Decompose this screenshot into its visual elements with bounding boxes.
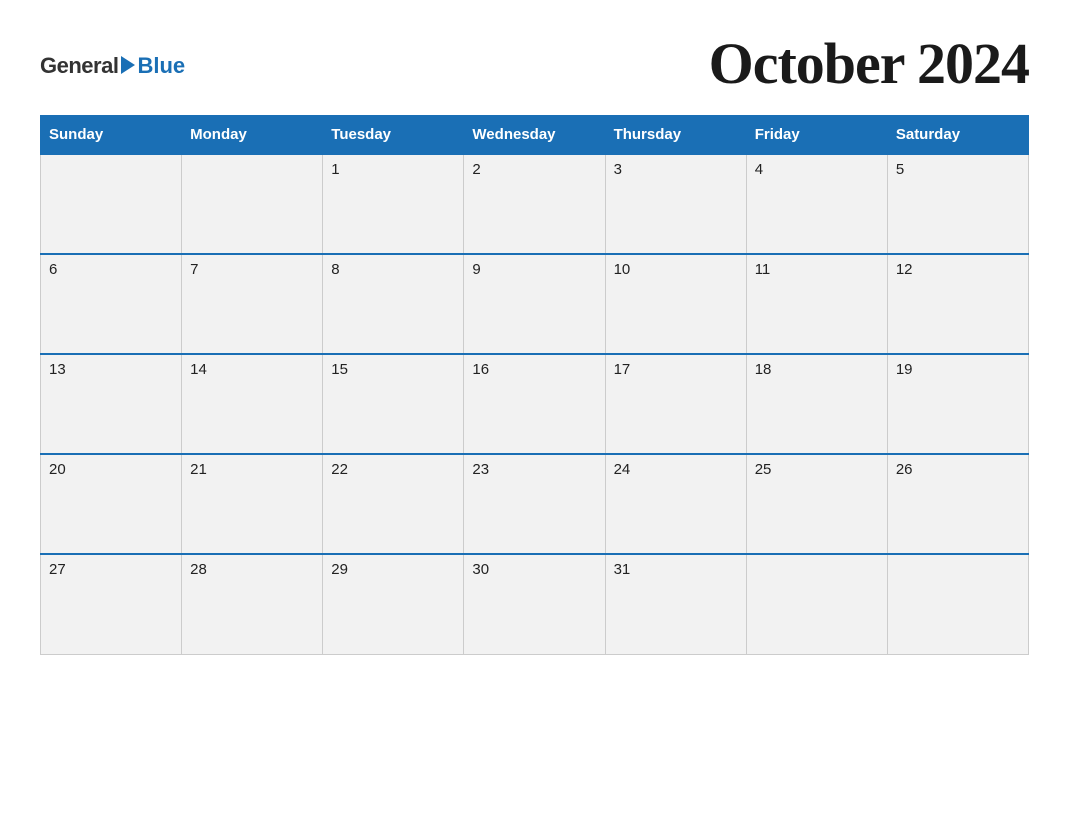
calendar-week-row: 27 28 29 30 31 — [41, 554, 1029, 654]
calendar-day-cell — [746, 554, 887, 654]
day-number: 28 — [190, 561, 207, 578]
day-number: 15 — [331, 361, 348, 378]
calendar-header-row: Sunday Monday Tuesday Wednesday Thursday… — [41, 116, 1029, 155]
calendar-day-cell: 21 — [182, 454, 323, 554]
calendar-day-cell: 8 — [323, 254, 464, 354]
calendar-day-cell: 28 — [182, 554, 323, 654]
day-number: 21 — [190, 461, 207, 478]
day-number: 6 — [49, 261, 57, 278]
logo-triangle-icon — [121, 56, 135, 74]
day-number: 23 — [472, 461, 489, 478]
day-number: 24 — [614, 461, 631, 478]
header: General Blue October 2024 — [40, 30, 1029, 97]
col-tuesday: Tuesday — [323, 116, 464, 155]
day-number: 18 — [755, 361, 772, 378]
day-number: 13 — [49, 361, 66, 378]
col-sunday: Sunday — [41, 116, 182, 155]
calendar-week-row: 13 14 15 16 17 18 19 — [41, 354, 1029, 454]
calendar-day-cell: 13 — [41, 354, 182, 454]
col-friday: Friday — [746, 116, 887, 155]
calendar-day-cell: 18 — [746, 354, 887, 454]
col-saturday: Saturday — [887, 116, 1028, 155]
calendar-day-cell: 24 — [605, 454, 746, 554]
calendar-day-cell: 12 — [887, 254, 1028, 354]
calendar-day-cell: 16 — [464, 354, 605, 454]
day-number: 11 — [755, 261, 771, 278]
calendar-day-cell: 15 — [323, 354, 464, 454]
calendar-day-cell: 31 — [605, 554, 746, 654]
calendar-week-row: 6 7 8 9 10 11 12 — [41, 254, 1029, 354]
day-number: 19 — [896, 361, 913, 378]
calendar-day-cell: 25 — [746, 454, 887, 554]
calendar-table: Sunday Monday Tuesday Wednesday Thursday… — [40, 115, 1029, 655]
calendar-day-cell — [41, 154, 182, 254]
calendar-day-cell: 26 — [887, 454, 1028, 554]
calendar-day-cell: 9 — [464, 254, 605, 354]
calendar-week-row: 20 21 22 23 24 25 26 — [41, 454, 1029, 554]
calendar-week-row: 1 2 3 4 5 — [41, 154, 1029, 254]
calendar-day-cell: 7 — [182, 254, 323, 354]
calendar-day-cell: 20 — [41, 454, 182, 554]
calendar-day-cell: 4 — [746, 154, 887, 254]
day-number: 3 — [614, 161, 622, 178]
calendar-day-cell: 11 — [746, 254, 887, 354]
calendar-day-cell: 6 — [41, 254, 182, 354]
day-number: 29 — [331, 561, 348, 578]
page: General Blue October 2024 Sunday Monday … — [0, 0, 1069, 826]
calendar-day-cell — [182, 154, 323, 254]
logo-general-text: General — [40, 53, 118, 79]
day-number: 25 — [755, 461, 772, 478]
day-number: 10 — [614, 261, 631, 278]
day-number: 16 — [472, 361, 489, 378]
calendar-day-cell: 2 — [464, 154, 605, 254]
day-number: 20 — [49, 461, 66, 478]
calendar-day-cell: 23 — [464, 454, 605, 554]
calendar-day-cell: 3 — [605, 154, 746, 254]
day-number: 4 — [755, 161, 763, 178]
day-number: 5 — [896, 161, 904, 178]
day-number: 12 — [896, 261, 913, 278]
day-number: 17 — [614, 361, 631, 378]
calendar-day-cell: 29 — [323, 554, 464, 654]
calendar-day-cell: 5 — [887, 154, 1028, 254]
col-thursday: Thursday — [605, 116, 746, 155]
month-title: October 2024 — [709, 30, 1029, 97]
day-number: 31 — [614, 561, 631, 578]
calendar-day-cell: 14 — [182, 354, 323, 454]
calendar-day-cell: 27 — [41, 554, 182, 654]
logo: General Blue — [40, 53, 185, 75]
calendar-day-cell — [887, 554, 1028, 654]
calendar-day-cell: 30 — [464, 554, 605, 654]
day-number: 26 — [896, 461, 913, 478]
day-number: 9 — [472, 261, 480, 278]
day-number: 2 — [472, 161, 480, 178]
calendar-day-cell: 22 — [323, 454, 464, 554]
day-number: 1 — [331, 161, 339, 178]
col-monday: Monday — [182, 116, 323, 155]
day-number: 14 — [190, 361, 207, 378]
col-wednesday: Wednesday — [464, 116, 605, 155]
day-number: 30 — [472, 561, 489, 578]
calendar-day-cell: 17 — [605, 354, 746, 454]
calendar-day-cell: 1 — [323, 154, 464, 254]
calendar-day-cell: 10 — [605, 254, 746, 354]
logo-top: General Blue — [40, 53, 185, 79]
day-number: 27 — [49, 561, 66, 578]
day-number: 7 — [190, 261, 198, 278]
day-number: 8 — [331, 261, 339, 278]
calendar-day-cell: 19 — [887, 354, 1028, 454]
day-number: 22 — [331, 461, 348, 478]
logo-blue-text: Blue — [137, 53, 185, 79]
